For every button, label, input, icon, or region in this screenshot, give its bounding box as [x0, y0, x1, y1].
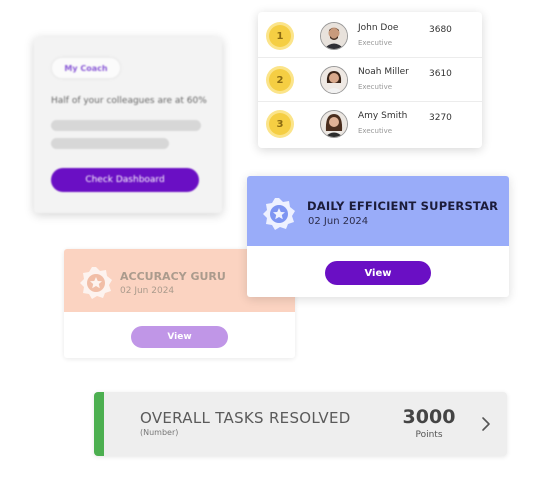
metric-subtitle: (Number) — [140, 428, 179, 437]
daily-efficient-superstar-card: DAILY EFFICIENT SUPERSTAR 02 Jun 2024 Vi… — [247, 176, 509, 297]
metric-unit: Points — [415, 430, 443, 440]
avatar — [320, 22, 348, 50]
coach-message: Half of your colleagues are at 60% — [51, 96, 207, 106]
accent-bar — [94, 392, 104, 456]
employee-name: John Doe — [358, 23, 399, 33]
badge-date: 02 Jun 2024 — [308, 216, 369, 227]
placeholder-line — [51, 120, 201, 131]
badge-title: ACCURACY GURU — [120, 270, 226, 283]
metric-title: OVERALL TASKS RESOLVED — [140, 409, 351, 427]
leaderboard-row[interactable]: 2 Noah Miller Executive 3610 — [258, 58, 482, 102]
employee-name: Amy Smith — [358, 111, 408, 121]
employee-role: Executive — [358, 127, 393, 135]
metric-value: 3000 — [402, 406, 456, 428]
placeholder-line — [51, 138, 169, 149]
view-button[interactable]: View — [131, 326, 228, 348]
leaderboard-row[interactable]: 1 John Doe Executive 3680 — [258, 14, 482, 58]
leaderboard-row[interactable]: 3 Amy Smith Executive 3270 — [258, 102, 482, 146]
employee-score: 3610 — [429, 69, 452, 79]
badge-date: 02 Jun 2024 — [120, 286, 175, 296]
employee-score: 3270 — [429, 113, 452, 123]
employee-role: Executive — [358, 83, 393, 91]
avatar — [320, 110, 348, 138]
rank-medal-icon: 1 — [269, 25, 291, 47]
badge-title: DAILY EFFICIENT SUPERSTAR — [307, 199, 499, 213]
rank-medal-icon: 2 — [269, 69, 291, 91]
chevron-right-icon[interactable] — [480, 415, 492, 433]
rank-medal-icon: 3 — [269, 113, 291, 135]
star-badge-icon — [79, 266, 113, 300]
employee-role: Executive — [358, 39, 393, 47]
employee-name: Noah Miller — [358, 67, 409, 77]
overall-tasks-resolved-card[interactable]: OVERALL TASKS RESOLVED (Number) 3000 Poi… — [94, 392, 507, 456]
my-coach-card: My Coach Half of your colleagues are at … — [34, 37, 222, 213]
my-coach-chip: My Coach — [52, 58, 120, 78]
star-badge-icon — [262, 197, 296, 231]
leaderboard-card: 1 John Doe Executive 3680 2 Noah Miller … — [258, 12, 482, 148]
view-button[interactable]: View — [325, 261, 431, 285]
employee-score: 3680 — [429, 25, 452, 35]
check-dashboard-button[interactable]: Check Dashboard — [51, 168, 199, 192]
avatar — [320, 66, 348, 94]
